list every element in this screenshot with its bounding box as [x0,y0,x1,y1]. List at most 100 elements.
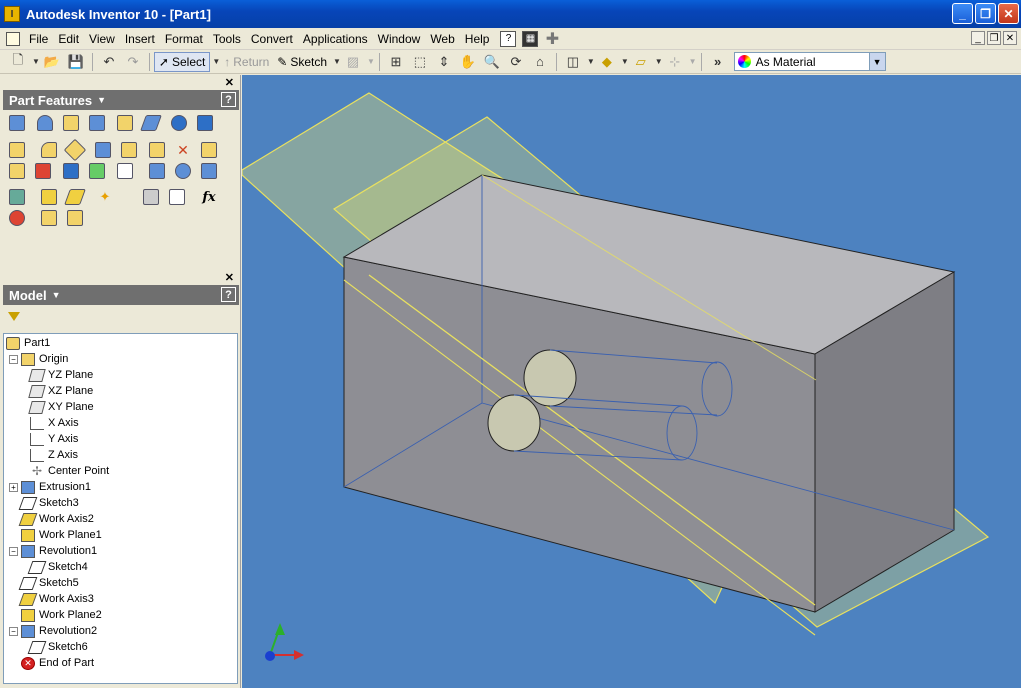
info-icon[interactable] [67,210,83,226]
coil-icon[interactable] [197,115,213,131]
part-features-header[interactable]: Part Features ▼ ? [3,90,239,110]
loft-icon[interactable] [140,115,162,131]
decal-icon[interactable] [35,163,51,179]
menu-web[interactable]: Web [425,32,459,46]
mdi-restore-icon[interactable]: ❐ [987,31,1001,45]
zoom-icon[interactable]: ⇕ [435,53,453,71]
work-point-icon[interactable]: ✦ [97,189,113,205]
promote-icon[interactable] [9,210,25,226]
calculator-icon[interactable]: ▦ [522,30,539,47]
tree-item-x-axis[interactable]: X Axis [30,415,79,431]
grounded-work-point-icon[interactable] [143,189,159,205]
zoom-selected-icon[interactable]: 🔍 [483,53,501,71]
display-mode-icon[interactable]: ◫ [564,53,582,71]
help-topics-icon[interactable]: ? [500,30,517,47]
tree-item-end-of-part[interactable]: ✕ End of Part [9,655,94,671]
mdi-close-icon[interactable]: ✕ [1003,31,1017,45]
pan-icon[interactable]: ✋ [459,53,477,71]
tree-item-origin[interactable]: − Origin [9,351,68,367]
tree-item-work-axis3[interactable]: Work Axis3 [9,591,94,607]
rotate-icon[interactable]: ⟳ [507,53,525,71]
tree-item-y-axis[interactable]: Y Axis [30,431,78,447]
degrees-of-freedom-icon[interactable]: ⊹ [666,53,684,71]
mdi-minimize-icon[interactable]: _ [971,31,985,45]
save-icon[interactable]: 💾 [67,53,85,71]
tree-item-yz-plane[interactable]: YZ Plane [28,367,93,383]
undo-icon[interactable]: ↶ [100,53,118,71]
document-icon[interactable] [6,31,20,46]
rib-icon[interactable] [117,115,133,131]
revolve-icon[interactable] [37,115,53,131]
tree-item-revolution2[interactable]: − Revolution2 [9,623,97,639]
work-plane-icon[interactable] [41,189,57,205]
restore-button[interactable]: ❐ [975,3,996,24]
menu-window[interactable]: Window [373,32,426,46]
parameters-sheet-icon[interactable] [169,189,185,205]
menu-format[interactable]: Format [160,32,208,46]
function-icon[interactable]: fx [201,189,217,205]
menu-help[interactable]: Help [460,32,495,46]
tree-item-sketch4[interactable]: Sketch4 [27,559,88,575]
sculpt-icon[interactable] [63,163,79,179]
close-button[interactable]: ✕ [998,3,1019,24]
mirror-icon[interactable] [201,163,217,179]
update-icon[interactable]: ▨ [344,53,362,71]
plus-icon[interactable]: ✚ [544,31,560,48]
hole-icon[interactable] [63,115,79,131]
zoom-all-icon[interactable]: ⊞ [387,53,405,71]
chevron-down-icon[interactable]: ▼ [868,53,885,70]
replace-face-icon[interactable] [89,163,105,179]
new-file-icon[interactable]: 🗋 [9,52,27,71]
fillet-icon[interactable] [41,142,57,158]
tree-expander-icon[interactable]: + [9,482,18,492]
menu-tools[interactable]: Tools [208,32,246,46]
thread-icon[interactable] [9,142,25,158]
delete-face-icon[interactable]: ✕ [175,142,191,158]
rectangular-pattern-icon[interactable] [149,163,165,179]
work-axis-icon[interactable] [64,189,86,205]
menu-file[interactable]: File [24,32,53,46]
sweep-icon[interactable] [171,115,187,131]
tree-item-revolution1[interactable]: − Revolution1 [9,543,97,559]
redo-icon[interactable]: ↷ [124,53,142,71]
tree-item-sketch5[interactable]: Sketch5 [9,575,79,591]
insert-icon[interactable] [41,210,57,226]
material-select[interactable]: As Material ▼ [733,52,886,71]
menu-applications[interactable]: Applications [298,32,373,46]
face-draft-icon[interactable] [95,142,111,158]
ground-shadow-icon[interactable]: ▱ [632,53,650,71]
emboss-icon[interactable] [9,163,25,179]
shaded-display-icon[interactable]: ◆ [598,53,616,71]
return-button[interactable]: ↑ Return [220,52,273,72]
tree-expander-icon[interactable]: − [9,626,18,636]
move-face-icon[interactable] [149,142,165,158]
inventor-app-icon[interactable]: I [4,6,20,22]
tree-item-work-plane2[interactable]: Work Plane2 [9,607,102,623]
help-icon[interactable]: ? [221,287,236,302]
derived-component-icon[interactable] [9,189,25,205]
tree-item-extrusion1[interactable]: + Extrusion1 [9,479,91,495]
menu-insert[interactable]: Insert [120,32,160,46]
knit-icon[interactable] [117,163,133,179]
chevron-right-icon[interactable]: » [709,53,727,71]
graphics-viewport[interactable] [242,75,1021,688]
sketch-button[interactable]: ✎ Sketch [273,52,331,72]
hole-2-face[interactable] [487,394,541,452]
menu-edit[interactable]: Edit [53,32,84,46]
tree-item-sketch3[interactable]: Sketch3 [9,495,79,511]
chamfer-icon[interactable] [63,138,87,162]
menu-view[interactable]: View [84,32,120,46]
tree-item-sketch6[interactable]: Sketch6 [27,639,88,655]
tree-item-work-plane1[interactable]: Work Plane1 [9,527,102,543]
zoom-window-icon[interactable]: ⬚ [411,53,429,71]
filter-icon[interactable] [8,312,20,321]
circular-pattern-icon[interactable] [175,163,191,179]
tree-expander-icon[interactable]: − [9,354,18,364]
tree-item-work-axis2[interactable]: Work Axis2 [9,511,94,527]
minimize-button[interactable]: _ [952,3,973,24]
extrude-icon[interactable] [9,115,25,131]
tree-item-center-point[interactable]: ✢ Center Point [30,463,109,479]
split-icon[interactable] [121,142,137,158]
select-button[interactable]: ➚ Select [153,51,211,72]
look-at-icon[interactable]: ⌂ [531,53,549,71]
